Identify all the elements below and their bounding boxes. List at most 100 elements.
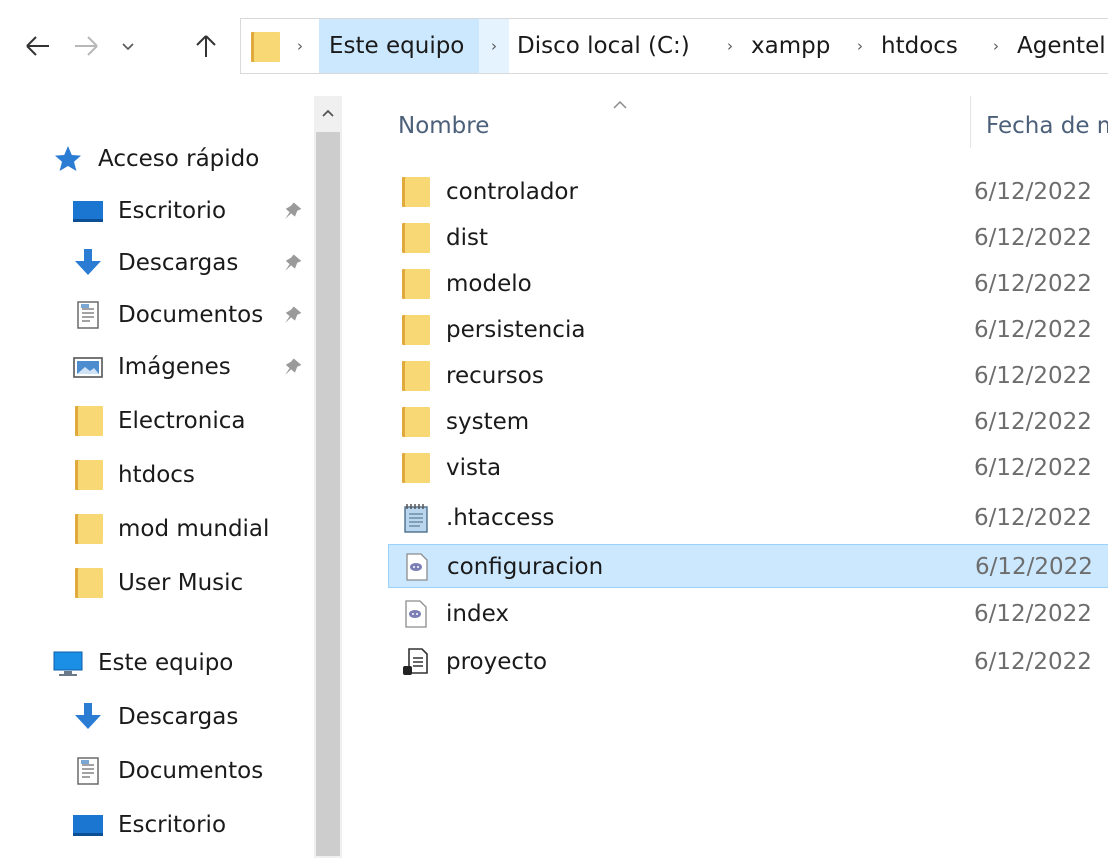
file-date: 6/12/2022 <box>974 601 1092 627</box>
sidebar-label: Escritorio <box>118 198 227 224</box>
sidebar-item-documentos[interactable]: Documentos <box>0 290 314 340</box>
pin-icon[interactable] <box>278 355 304 381</box>
arrow-up-icon <box>196 35 216 57</box>
computer-icon <box>53 651 83 676</box>
documents-icon <box>77 301 99 329</box>
file-row[interactable]: persistencia 6/12/2022 <box>388 308 1108 352</box>
sidebar-label: Acceso rápido <box>98 146 260 172</box>
php-file-icon <box>400 598 432 630</box>
breadcrumb-separator[interactable]: › <box>981 19 1011 73</box>
chevron-up-icon <box>322 109 334 117</box>
file-row[interactable]: .htaccess 6/12/2022 <box>388 496 1108 540</box>
file-date: 6/12/2022 <box>975 554 1093 580</box>
sidebar-item-electronica[interactable]: Electronica <box>0 396 314 446</box>
download-arrow-icon <box>75 249 101 275</box>
file-row[interactable]: index 6/12/2022 <box>388 592 1108 636</box>
file-date: 6/12/2022 <box>974 225 1092 251</box>
breadcrumb-agentel[interactable]: Agentel <box>1017 19 1106 73</box>
arrow-left-icon <box>26 36 49 56</box>
sidebar-item-pc-descargas[interactable]: Descargas <box>0 692 314 742</box>
folder-icon <box>400 360 432 392</box>
file-date: 6/12/2022 <box>974 409 1092 435</box>
file-name: .htaccess <box>446 505 555 531</box>
recent-locations-button[interactable] <box>108 26 148 66</box>
address-bar[interactable]: › Este equipo › Disco local (C:) › xampp… <box>240 18 1108 74</box>
sidebar-scrollbar[interactable] <box>314 96 342 858</box>
folder-icon <box>400 222 432 254</box>
notepad-icon <box>400 502 432 534</box>
pin-icon[interactable] <box>278 251 304 277</box>
folder-icon <box>75 514 103 544</box>
sidebar-item-htdocs[interactable]: htdocs <box>0 450 314 500</box>
folder-icon <box>75 568 103 598</box>
sidebar-item-mod-mundial[interactable]: mod mundial <box>0 504 314 554</box>
sidebar-item-pc-escritorio[interactable]: Escritorio <box>0 800 314 850</box>
file-row[interactable]: controlador 6/12/2022 <box>388 170 1108 214</box>
sidebar-label: Descargas <box>118 704 239 730</box>
breadcrumb-separator[interactable]: › <box>715 19 745 73</box>
file-row[interactable]: vista 6/12/2022 <box>388 446 1108 490</box>
sidebar-item-imagenes[interactable]: Imágenes <box>0 342 314 392</box>
file-name: index <box>446 601 509 627</box>
sidebar-item-descargas[interactable]: Descargas <box>0 238 314 288</box>
pin-icon[interactable] <box>278 303 304 329</box>
file-date: 6/12/2022 <box>974 271 1092 297</box>
file-date: 6/12/2022 <box>974 179 1092 205</box>
breadcrumb-separator[interactable]: › <box>479 19 509 73</box>
forward-button[interactable] <box>66 26 106 66</box>
scroll-up-button[interactable] <box>314 96 342 130</box>
sidebar-item-quick-access[interactable]: Acceso rápido <box>0 134 314 184</box>
sidebar-label: Documentos <box>118 302 264 328</box>
file-row[interactable]: modelo 6/12/2022 <box>388 262 1108 306</box>
sidebar-label: User Music <box>118 570 244 596</box>
file-list: Nombre Fecha de m controlador 6/12/2022 di… <box>342 96 1108 858</box>
sidebar-label: Documentos <box>118 758 264 784</box>
scrollbar-thumb[interactable] <box>316 132 340 856</box>
sidebar-item-escritorio[interactable]: Escritorio <box>0 186 314 236</box>
breadcrumb-separator[interactable]: › <box>285 19 315 73</box>
up-button[interactable] <box>186 26 226 66</box>
breadcrumb-htdocs[interactable]: htdocs <box>881 19 958 73</box>
breadcrumb-este-equipo[interactable]: Este equipo <box>319 19 479 73</box>
sidebar-label: Electronica <box>118 408 246 434</box>
folder-icon <box>75 406 103 436</box>
column-divider[interactable] <box>970 96 971 148</box>
file-date: 6/12/2022 <box>974 455 1092 481</box>
file-name: system <box>446 409 530 435</box>
file-row[interactable]: system 6/12/2022 <box>388 400 1108 444</box>
desktop-icon <box>73 201 103 222</box>
sidebar-item-user-music[interactable]: User Music <box>0 558 314 608</box>
text-document-icon <box>400 646 432 678</box>
sidebar-label: Descargas <box>118 250 239 276</box>
sidebar-label: htdocs <box>118 462 195 488</box>
file-row[interactable]: dist 6/12/2022 <box>388 216 1108 260</box>
file-date: 6/12/2022 <box>974 505 1092 531</box>
navigation-bar: › Este equipo › Disco local (C:) › xampp… <box>0 0 1108 96</box>
sidebar-label: Imágenes <box>118 354 231 380</box>
file-row[interactable]: proyecto 6/12/2022 <box>388 640 1108 684</box>
folder-icon <box>400 176 432 208</box>
folder-icon <box>400 314 432 346</box>
sort-ascending-icon <box>613 100 627 109</box>
pin-icon[interactable] <box>278 199 304 225</box>
file-row[interactable]: configuracion 6/12/2022 <box>388 544 1108 588</box>
download-arrow-icon <box>75 703 101 729</box>
column-header-name[interactable]: Nombre <box>398 96 489 156</box>
breadcrumb-separator[interactable]: › <box>845 19 875 73</box>
column-header-date[interactable]: Fecha de m <box>986 96 1108 156</box>
sidebar-label: mod mundial <box>118 516 270 542</box>
file-name: dist <box>446 225 488 251</box>
breadcrumb-disco-local[interactable]: Disco local (C:) <box>517 19 690 73</box>
php-file-icon <box>401 551 433 583</box>
sidebar-item-este-equipo[interactable]: Este equipo <box>0 638 314 688</box>
breadcrumb-xampp[interactable]: xampp <box>751 19 830 73</box>
arrow-right-icon <box>75 36 98 56</box>
file-row[interactable]: recursos 6/12/2022 <box>388 354 1108 398</box>
chevron-down-icon <box>122 43 134 51</box>
folder-icon <box>400 452 432 484</box>
back-button[interactable] <box>18 26 58 66</box>
sidebar-item-pc-documentos[interactable]: Documentos <box>0 746 314 796</box>
sidebar-label: Escritorio <box>118 812 227 838</box>
file-name: configuracion <box>447 554 604 580</box>
file-name: vista <box>446 455 502 481</box>
